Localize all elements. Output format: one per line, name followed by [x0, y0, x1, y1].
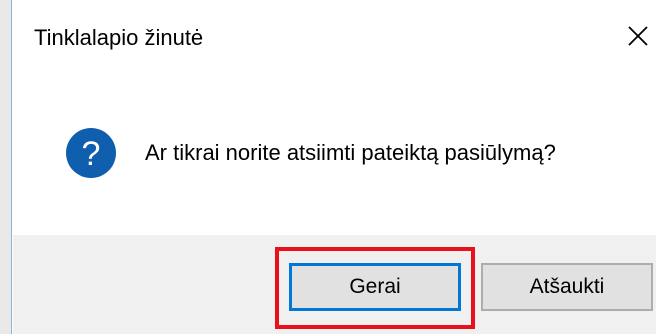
close-button[interactable]: [624, 22, 652, 50]
dialog-title: Tinklalapio žinutė: [34, 25, 204, 50]
message-dialog: Tinklalapio žinutė ? Ar tikrai norite at…: [11, 0, 656, 334]
screen: Tinklalapio žinutė ? Ar tikrai norite at…: [0, 0, 656, 334]
ok-button[interactable]: Gerai: [289, 263, 461, 311]
svg-text:?: ?: [82, 135, 101, 173]
cancel-button[interactable]: Atšaukti: [481, 263, 653, 311]
question-icon: ?: [65, 127, 117, 179]
dialog-message: Ar tikrai norite atsiimti pateiktą pasiū…: [145, 140, 556, 165]
close-icon: [628, 26, 648, 46]
dialog-button-bar: Gerai Atšaukti: [13, 235, 656, 334]
